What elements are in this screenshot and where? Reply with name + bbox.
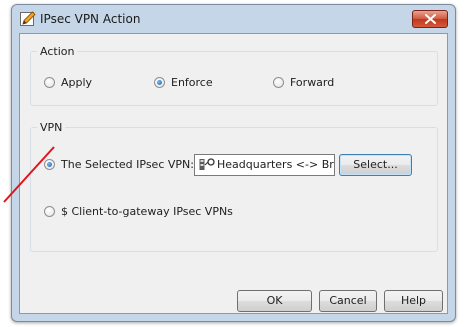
- annotation-arrow-line: [3, 146, 55, 203]
